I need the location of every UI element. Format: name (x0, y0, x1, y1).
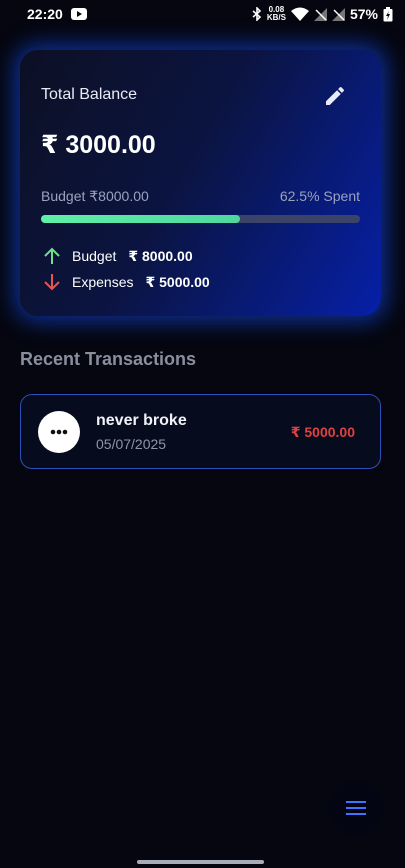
battery-charging-icon (383, 6, 393, 21)
budget-stat-value: ₹ 8000.00 (128, 247, 193, 264)
budget-summary-row: Budget ₹8000.00 62.5% Spent (41, 188, 360, 205)
status-bar: 22:20 0.08 KB/S 57% (0, 0, 405, 28)
edit-button[interactable] (323, 84, 347, 108)
balance-card: Total Balance ₹ 3000.00 Budget ₹8000.00 … (20, 50, 381, 316)
bluetooth-icon (252, 7, 262, 21)
signal-off-icon (313, 7, 327, 21)
transaction-date: 05/07/2025 (96, 436, 167, 452)
menu-fab-button[interactable] (329, 781, 383, 835)
expenses-stat: Expenses ₹ 5000.00 (44, 273, 210, 291)
budget-progress-bar (41, 215, 360, 223)
expenses-stat-label: Expenses (72, 274, 134, 290)
transaction-amount: ₹ 5000.00 (290, 424, 355, 440)
signal-off-icon-2 (331, 7, 345, 21)
transaction-avatar (38, 411, 80, 453)
budget-stat: Budget ₹ 8000.00 (44, 247, 193, 265)
expenses-stat-value: ₹ 5000.00 (145, 273, 210, 290)
pencil-icon (326, 86, 345, 105)
status-time: 22:20 (27, 6, 63, 22)
network-speed: 0.08 KB/S (266, 5, 286, 22)
budget-progress-fill (41, 215, 241, 223)
youtube-notification-icon (70, 8, 87, 20)
arrow-up-icon (44, 247, 60, 264)
transaction-name: never broke (96, 412, 187, 429)
total-balance-label: Total Balance (41, 86, 138, 103)
more-horizontal-icon (50, 429, 68, 435)
wifi-icon (290, 7, 309, 21)
battery-percent: 57% (349, 6, 378, 22)
budget-stat-label: Budget (72, 248, 117, 264)
home-indicator[interactable] (137, 860, 264, 864)
recent-transactions-title: Recent Transactions (20, 349, 197, 369)
budget-total-label: Budget ₹8000.00 (41, 188, 149, 204)
arrow-down-icon (44, 274, 60, 291)
transaction-card[interactable]: never broke 05/07/2025 ₹ 5000.00 (20, 394, 381, 469)
menu-icon (346, 801, 366, 815)
balance-amount: ₹ 3000.00 (41, 131, 156, 159)
spent-percent-label: 62.5% Spent (279, 188, 360, 204)
